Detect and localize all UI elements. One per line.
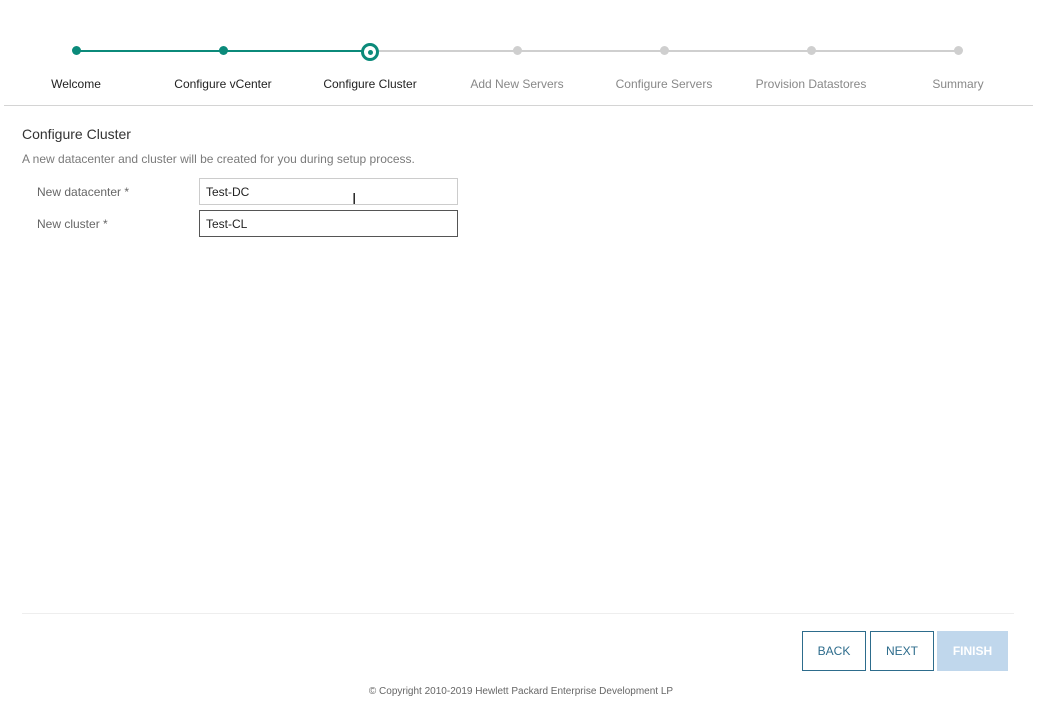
datacenter-input[interactable] xyxy=(199,178,458,205)
step-label-configure-cluster: Configure Cluster xyxy=(323,77,417,91)
step-dot-add-new-servers xyxy=(512,46,522,55)
step-label-welcome: Welcome xyxy=(51,77,101,91)
step-label-configure-vcenter: Configure vCenter xyxy=(174,77,272,91)
page-title: Configure Cluster xyxy=(22,126,131,142)
step-dot-provision-datastores xyxy=(806,46,816,55)
footer-divider xyxy=(22,613,1014,614)
cluster-label: New cluster * xyxy=(37,217,108,231)
datacenter-label: New datacenter * xyxy=(37,185,130,199)
copyright-text: © Copyright 2010-2019 Hewlett Packard En… xyxy=(368,686,674,697)
stepper-divider xyxy=(4,105,1033,106)
wizard-stepper: Welcome Configure vCenter Configure Clus… xyxy=(0,0,1056,106)
text-cursor-icon: I xyxy=(352,190,357,208)
back-button[interactable]: BACK xyxy=(802,631,866,671)
step-label-add-new-servers: Add New Servers xyxy=(470,77,564,91)
step-dot-summary xyxy=(954,46,963,55)
step-dot-configure-servers xyxy=(659,46,669,55)
step-label-configure-servers: Configure Servers xyxy=(615,77,713,91)
step-dot-configure-cluster xyxy=(361,43,379,61)
step-dot-configure-vcenter xyxy=(218,46,228,55)
next-button[interactable]: NEXT xyxy=(870,631,934,671)
cluster-input[interactable] xyxy=(199,210,458,237)
step-label-summary: Summary xyxy=(932,77,984,91)
finish-button: FINISH xyxy=(937,631,1008,671)
step-label-provision-datastores: Provision Datastores xyxy=(755,77,867,91)
step-dot-welcome xyxy=(71,46,81,55)
page-description: A new datacenter and cluster will be cre… xyxy=(22,152,415,166)
setup-wizard: Welcome Configure vCenter Configure Clus… xyxy=(0,0,1056,711)
